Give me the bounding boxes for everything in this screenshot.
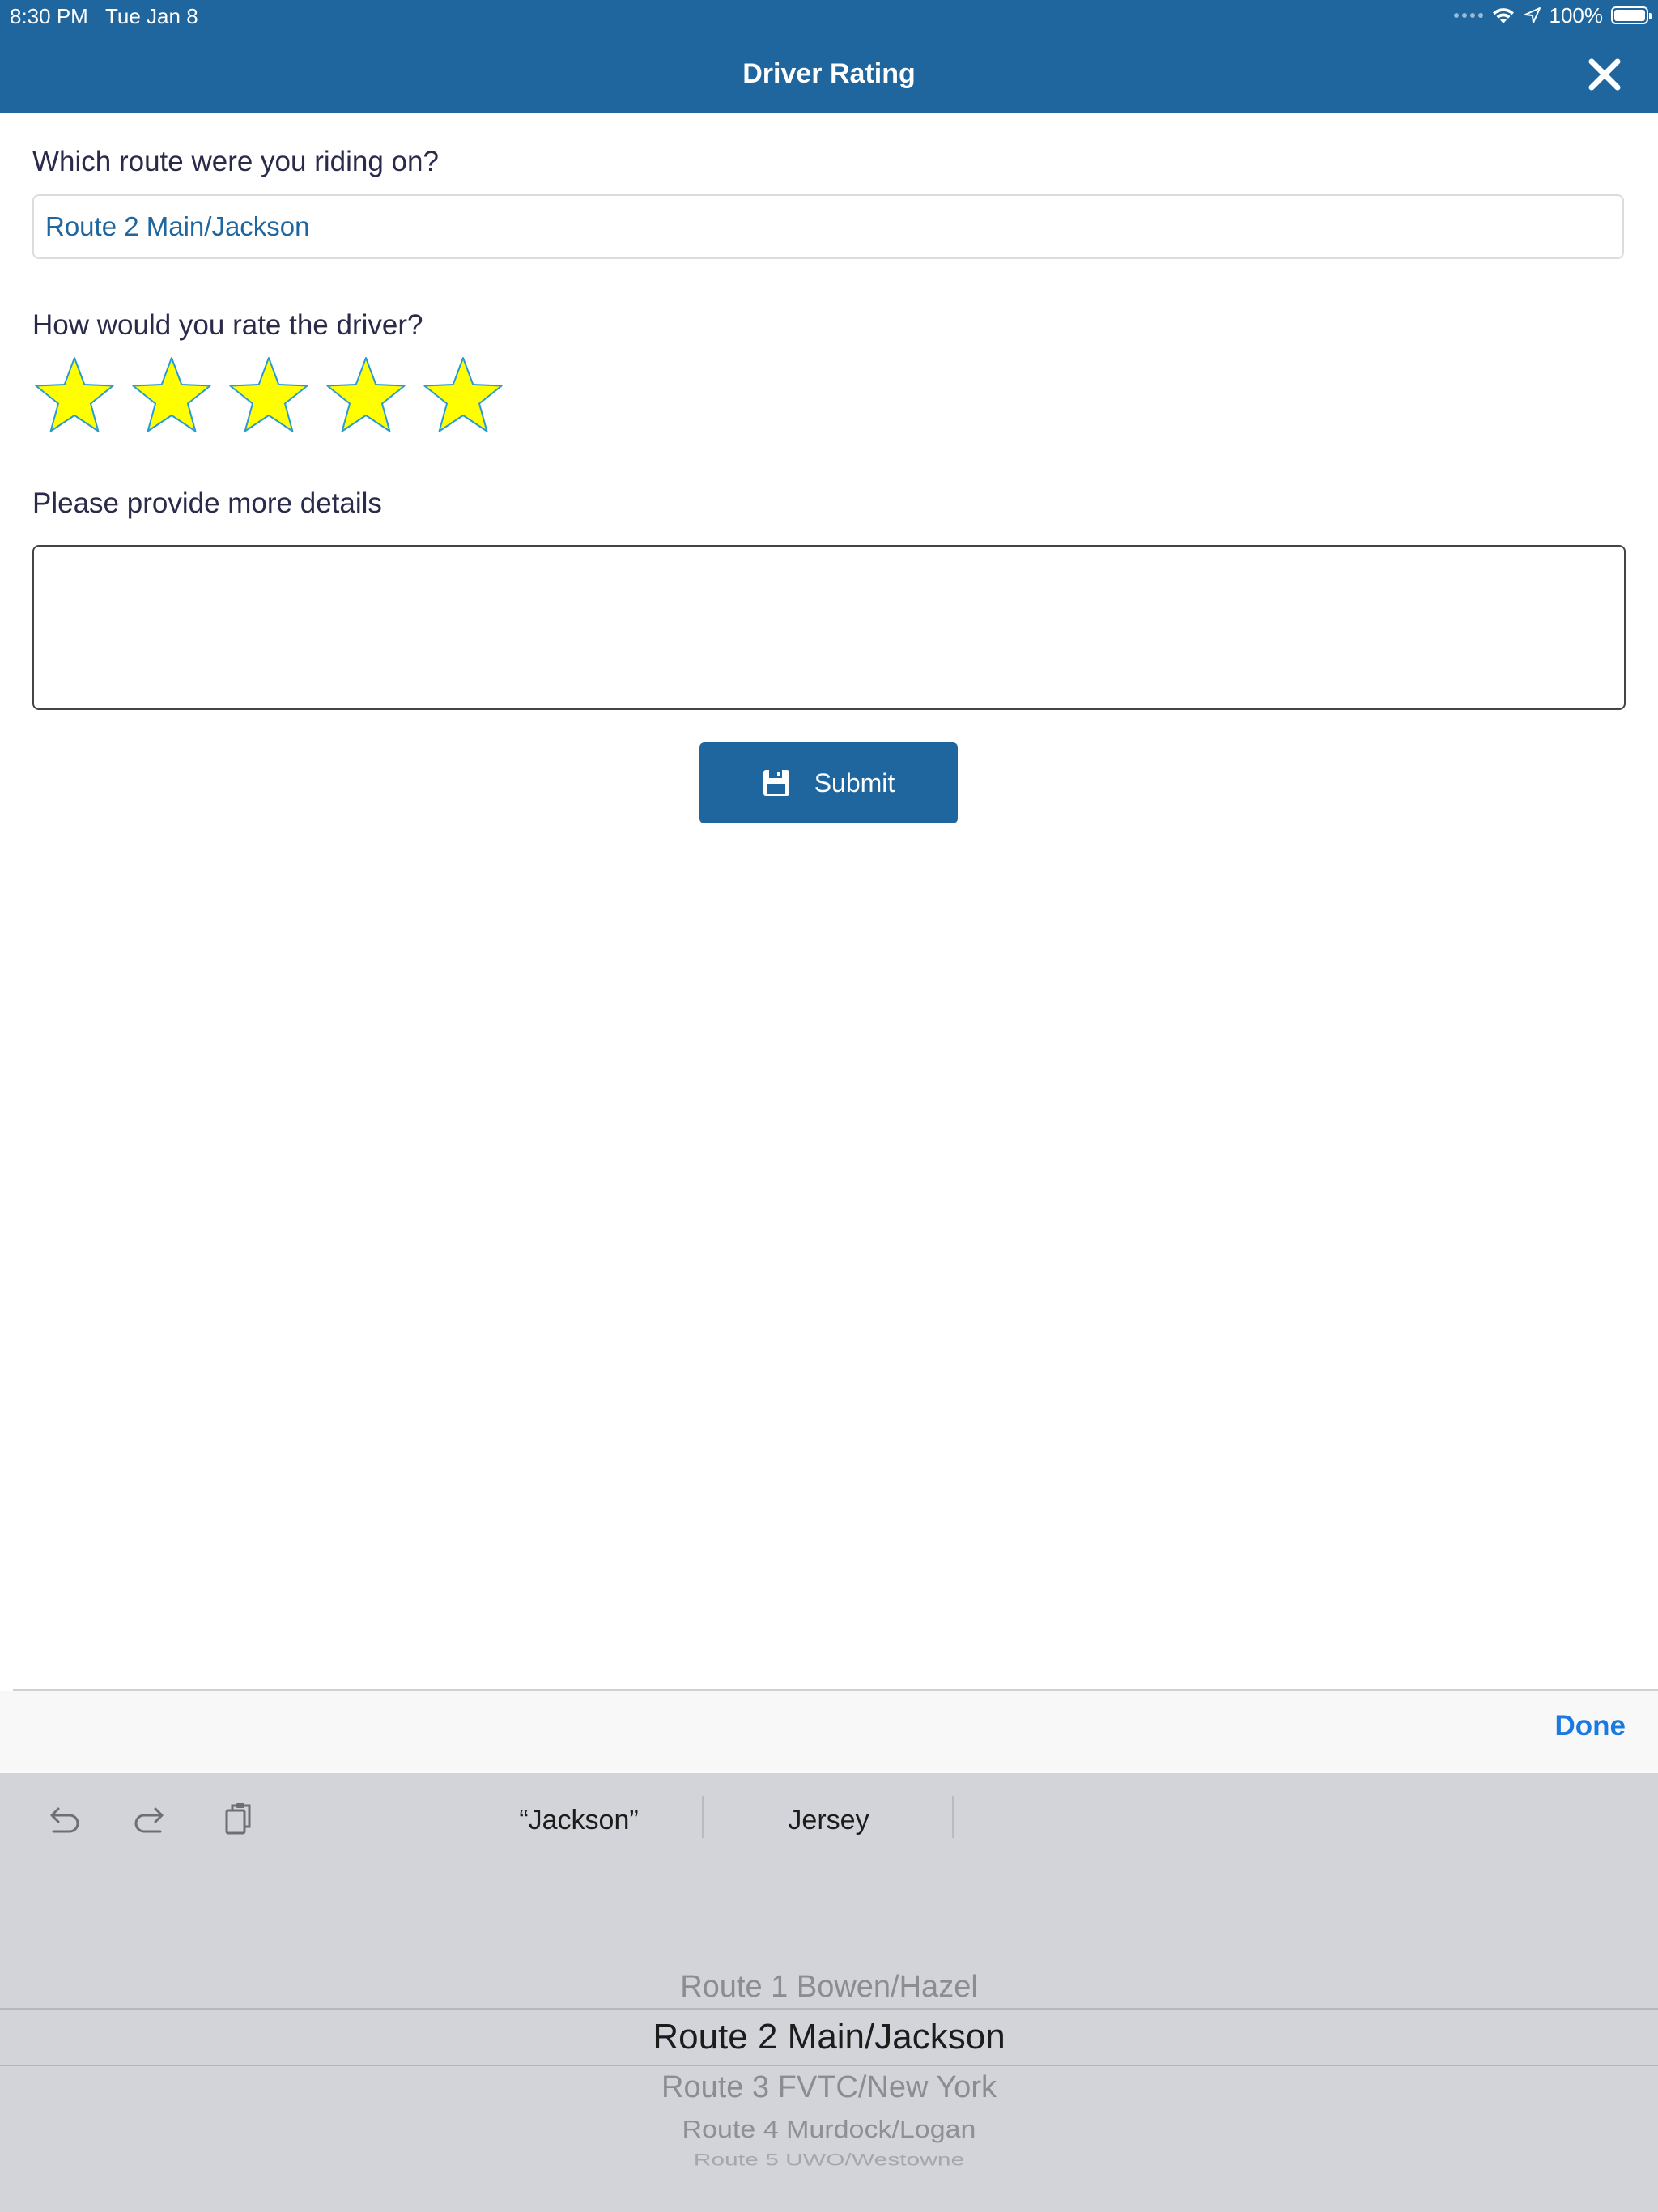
- picker-option-selected[interactable]: Route 2 Main/Jackson: [0, 2019, 1658, 2055]
- battery-icon: [1611, 6, 1652, 24]
- picker-option[interactable]: Route 4 Murdock/Logan: [0, 2117, 1658, 2142]
- battery-percent: 100%: [1549, 2, 1604, 28]
- picker-selection-top-line: [0, 2008, 1658, 2010]
- picker-option[interactable]: Route 5 UWO/Westowne: [0, 2151, 1658, 2169]
- redo-icon[interactable]: [128, 1797, 173, 1843]
- undo-icon[interactable]: [40, 1797, 86, 1843]
- driver-rating-screen: 8:30 PM Tue Jan 8 100% Driver Rating Whi…: [0, 0, 1658, 2212]
- route-select-field[interactable]: Route 2 Main/Jackson: [32, 194, 1624, 259]
- suggestion-jackson[interactable]: “Jackson”: [453, 1797, 704, 1843]
- star-rating: [32, 355, 505, 439]
- submit-button[interactable]: Submit: [699, 742, 958, 823]
- close-icon[interactable]: [1584, 53, 1626, 96]
- picker-option[interactable]: Route 3 FVTC/New York: [0, 2072, 1658, 2103]
- top-bar: 8:30 PM Tue Jan 8 100% Driver Rating: [0, 0, 1658, 113]
- route-question-label: Which route were you riding on?: [32, 146, 439, 177]
- location-arrow-icon: [1524, 7, 1541, 23]
- star-icon[interactable]: [324, 355, 408, 439]
- star-icon[interactable]: [421, 355, 505, 439]
- floppy-disk-icon: [763, 770, 789, 796]
- wifi-icon: [1492, 8, 1514, 23]
- input-view: “Jackson” Jersey Route 1 Bowen/Hazel Rout…: [0, 1773, 1658, 2212]
- star-icon[interactable]: [227, 355, 311, 439]
- rating-question-label: How would you rate the driver?: [32, 309, 423, 341]
- picker-selection-bottom-line: [0, 2065, 1658, 2066]
- picker-accessory-bar: Done: [0, 1691, 1658, 1773]
- status-time: 8:30 PM: [10, 4, 88, 28]
- suggestion-jersey[interactable]: Jersey: [704, 1797, 953, 1843]
- page-title: Driver Rating: [742, 58, 916, 89]
- suggestion-divider: [952, 1796, 954, 1838]
- status-date: Tue Jan 8: [105, 4, 198, 28]
- submit-label: Submit: [814, 768, 895, 798]
- status-indicators: 100%: [1453, 2, 1652, 29]
- picker-option[interactable]: Route 1 Bowen/Hazel: [0, 1972, 1658, 2002]
- details-textarea[interactable]: [32, 545, 1626, 710]
- suggestion-divider: [702, 1796, 704, 1838]
- cellular-signal-icon: [1453, 13, 1483, 18]
- star-icon[interactable]: [130, 355, 214, 439]
- star-icon[interactable]: [32, 355, 117, 439]
- paste-icon[interactable]: [215, 1797, 261, 1843]
- done-button[interactable]: Done: [1555, 1710, 1626, 1742]
- details-question-label: Please provide more details: [32, 487, 382, 519]
